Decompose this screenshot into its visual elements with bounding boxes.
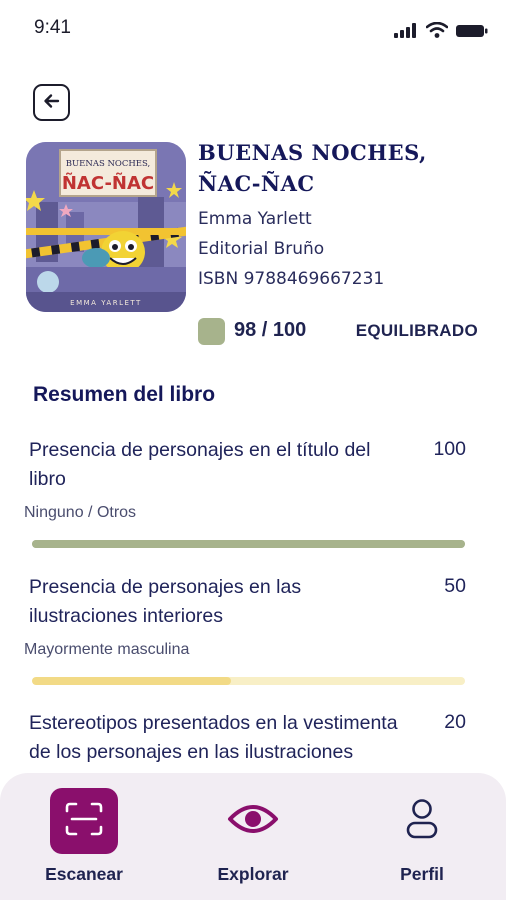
summary-item-text-line-1: Presencia de personajes en las: [29, 576, 302, 598]
summary-item-text-line-2: de los personajes en las ilustraciones: [29, 741, 354, 763]
summary-item-text: Estereotipos presentados en la vestiment…: [29, 709, 449, 767]
progress-track: [32, 540, 465, 548]
bottom-nav: Escanear Explorar Perfil: [0, 773, 506, 900]
summary-item-subtitle: Mayormente masculina: [24, 641, 190, 658]
nav-item-scan[interactable]: Escanear: [0, 773, 168, 900]
book-cover: BUENAS NOCHES, ÑAC-ÑAC EMMA YARLETT: [26, 142, 186, 312]
book-title: BUENAS NOCHES, ÑAC-ÑAC: [198, 137, 488, 199]
arrow-left-icon: [42, 91, 62, 115]
book-isbn: ISBN 9788469667231: [198, 269, 385, 289]
user-icon: [405, 798, 439, 844]
nav-item-explore[interactable]: Explorar: [169, 773, 337, 900]
summary-title: Resumen del libro: [33, 383, 216, 406]
cover-title-2: ÑAC-ÑAC: [62, 171, 154, 194]
summary-item-subtitle: Ninguno / Otros: [24, 504, 137, 521]
cover-title-1: BUENAS NOCHES,: [66, 159, 150, 169]
status-icons: [394, 21, 488, 42]
progress-track: [32, 677, 465, 685]
rating-label: EQUILIBRADO: [355, 321, 478, 340]
progress-fill: [32, 540, 465, 548]
battery-icon: [456, 23, 488, 42]
book-title-line-2: ÑAC-ÑAC: [198, 171, 315, 196]
nav-icon-wrap: [388, 788, 456, 854]
summary-item-text-line-2: libro: [29, 468, 66, 490]
summary-item-value: 50: [444, 575, 466, 597]
progress-fill: [32, 677, 232, 685]
signal-icon: [394, 23, 418, 42]
summary-item-text: Presencia de personajes en las ilustraci…: [29, 573, 429, 631]
scan-icon: [64, 801, 104, 841]
nav-label: Escanear: [45, 864, 123, 884]
back-button[interactable]: [33, 84, 70, 121]
nav-label: Perfil: [400, 864, 444, 884]
score-value: 98 / 100: [234, 319, 307, 341]
eye-icon: [227, 799, 279, 843]
status-time: 9:41: [34, 17, 71, 38]
cover-author: EMMA YARLETT: [70, 299, 142, 307]
score-swatch: [198, 318, 225, 345]
book-author: Emma Yarlett: [198, 209, 312, 229]
summary-item-text-line-2: ilustraciones interiores: [29, 605, 224, 627]
summary-item-text-line-1: Presencia de personajes en el título del: [29, 439, 371, 461]
nav-label: Explorar: [217, 864, 289, 884]
book-title-line-1: BUENAS NOCHES,: [198, 140, 427, 165]
summary-item-value: 100: [433, 438, 466, 460]
book-publisher: Editorial Bruño: [198, 239, 325, 259]
summary-item-text: Presencia de personajes en el título del…: [29, 436, 429, 494]
status-bar: 9:41: [0, 0, 506, 56]
nav-icon-wrap: [219, 788, 287, 854]
wifi-icon: [425, 21, 449, 42]
nav-active-indicator: [50, 788, 118, 854]
summary-item-value: 20: [444, 711, 466, 733]
nav-item-profile[interactable]: Perfil: [338, 773, 506, 900]
summary-item-text-line-1: Estereotipos presentados en la vestiment…: [29, 712, 398, 734]
